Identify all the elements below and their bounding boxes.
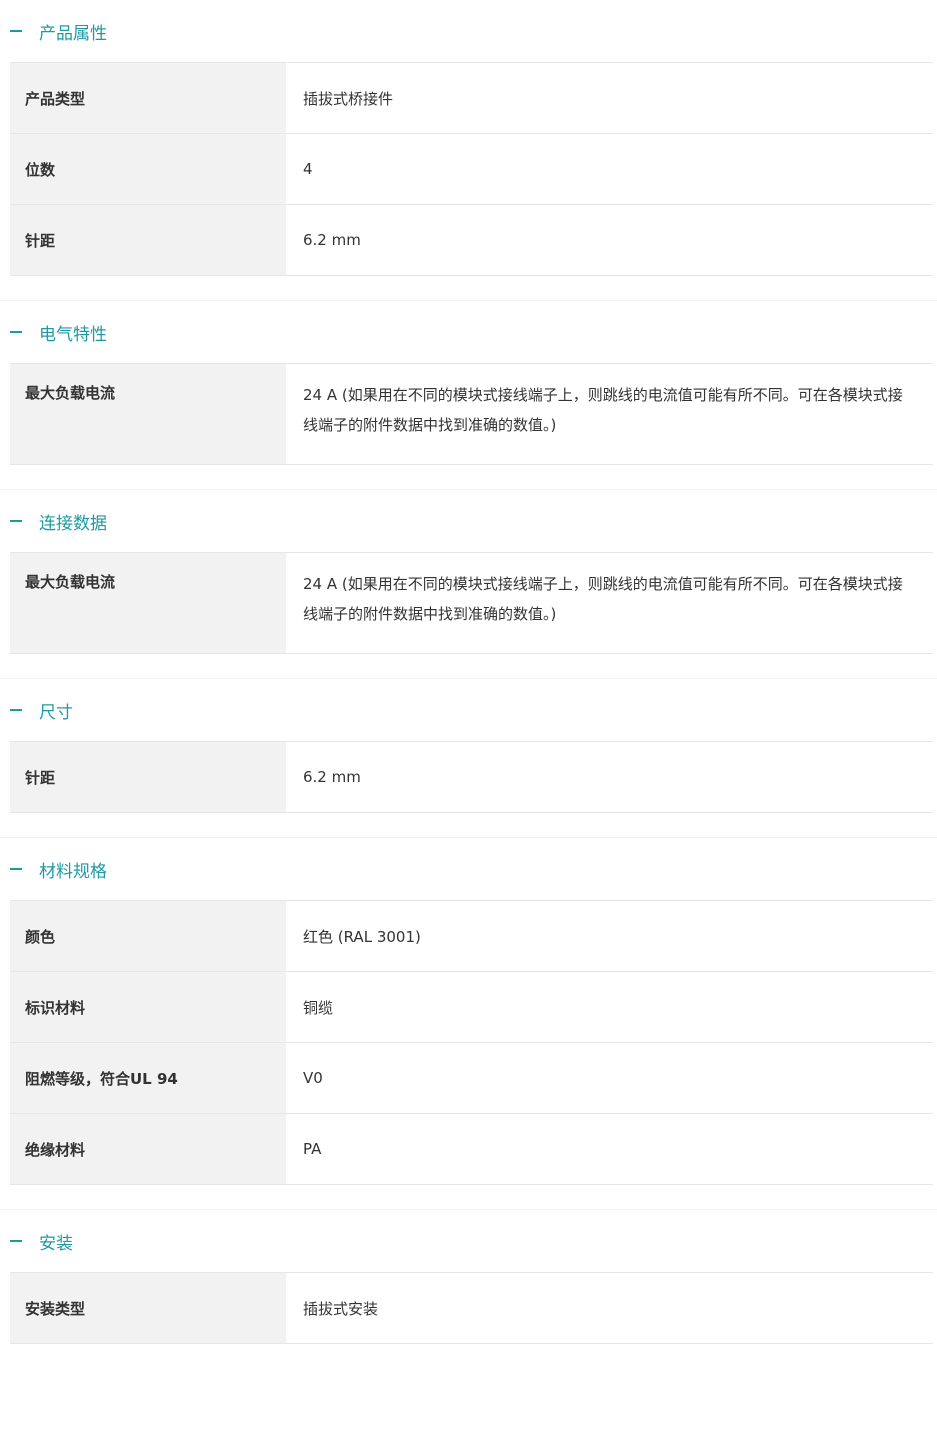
table-row: 位数 4	[10, 134, 933, 205]
minus-icon[interactable]	[10, 331, 22, 333]
row-label: 颜色	[10, 901, 286, 971]
row-label: 安装类型	[10, 1273, 286, 1343]
table-row: 标识材料 铜缆	[10, 972, 933, 1043]
row-value: 红色 (RAL 3001)	[303, 927, 421, 946]
section-divider	[0, 813, 937, 838]
row-value: 4	[303, 160, 313, 178]
row-label: 产品类型	[10, 63, 286, 133]
row-value: 铜缆	[303, 998, 334, 1017]
row-value: 6.2 mm	[303, 768, 361, 786]
row-value: PA	[303, 1140, 322, 1158]
row-label: 阻燃等级，符合UL 94	[10, 1043, 286, 1113]
table-row: 最大负载电流 24 A (如果用在不同的模块式接线端子上，则跳线的电流值可能有所…	[10, 553, 933, 654]
minus-icon[interactable]	[10, 1240, 22, 1242]
section-connection: 连接数据 最大负载电流 24 A (如果用在不同的模块式接线端子上，则跳线的电流…	[0, 490, 937, 679]
section-title: 电气特性	[39, 324, 107, 345]
spec-table: 最大负载电流 24 A (如果用在不同的模块式接线端子上，则跳线的电流值可能有所…	[10, 363, 933, 465]
row-label: 最大负载电流	[10, 553, 286, 653]
spec-table: 产品类型 插拔式桥接件 位数 4 针距 6.2 mm	[10, 62, 933, 276]
minus-icon[interactable]	[10, 709, 22, 711]
row-label: 绝缘材料	[10, 1114, 286, 1184]
section-title: 尺寸	[39, 702, 73, 723]
table-row: 绝缘材料 PA	[10, 1114, 933, 1185]
section-installation: 安装 安装类型 插拔式安装	[0, 1210, 937, 1344]
table-row: 最大负载电流 24 A (如果用在不同的模块式接线端子上，则跳线的电流值可能有所…	[10, 364, 933, 465]
spec-table: 最大负载电流 24 A (如果用在不同的模块式接线端子上，则跳线的电流值可能有所…	[10, 552, 933, 654]
section-header[interactable]: 尺寸	[0, 679, 937, 741]
table-row: 针距 6.2 mm	[10, 742, 933, 813]
section-title: 产品属性	[39, 23, 107, 44]
section-materials: 材料规格 颜色 红色 (RAL 3001) 标识材料 铜缆 阻燃等级，符合UL …	[0, 838, 937, 1210]
row-value: 6.2 mm	[303, 231, 361, 249]
row-value: 插拔式安装	[303, 1299, 379, 1318]
row-label: 针距	[10, 205, 286, 275]
row-value: 插拔式桥接件	[303, 89, 394, 108]
table-row: 针距 6.2 mm	[10, 205, 933, 276]
row-label: 标识材料	[10, 972, 286, 1042]
section-header[interactable]: 安装	[0, 1210, 937, 1272]
row-value: 24 A (如果用在不同的模块式接线端子上，则跳线的电流值可能有所不同。可在各模…	[303, 575, 903, 623]
section-title: 安装	[39, 1233, 73, 1254]
table-row: 安装类型 插拔式安装	[10, 1273, 933, 1344]
section-electrical: 电气特性 最大负载电流 24 A (如果用在不同的模块式接线端子上，则跳线的电流…	[0, 301, 937, 490]
table-row: 阻燃等级，符合UL 94 V0	[10, 1043, 933, 1114]
table-row: 颜色 红色 (RAL 3001)	[10, 901, 933, 972]
section-product-properties: 产品属性 产品类型 插拔式桥接件 位数 4 针距 6.2 mm	[0, 0, 937, 301]
spec-table: 针距 6.2 mm	[10, 741, 933, 813]
section-divider	[0, 1185, 937, 1210]
minus-icon[interactable]	[10, 30, 22, 32]
table-row: 产品类型 插拔式桥接件	[10, 63, 933, 134]
row-value: 24 A (如果用在不同的模块式接线端子上，则跳线的电流值可能有所不同。可在各模…	[303, 386, 903, 434]
section-header[interactable]: 连接数据	[0, 490, 937, 552]
row-label: 位数	[10, 134, 286, 204]
section-header[interactable]: 产品属性	[0, 0, 937, 62]
row-value: V0	[303, 1069, 323, 1087]
section-dimensions: 尺寸 针距 6.2 mm	[0, 679, 937, 838]
section-divider	[0, 654, 937, 679]
section-header[interactable]: 材料规格	[0, 838, 937, 900]
spec-page: 产品属性 产品类型 插拔式桥接件 位数 4 针距 6.2 mm 电气特性 最大负…	[0, 0, 937, 1344]
section-title: 连接数据	[39, 513, 107, 534]
spec-table: 颜色 红色 (RAL 3001) 标识材料 铜缆 阻燃等级，符合UL 94 V0…	[10, 900, 933, 1185]
minus-icon[interactable]	[10, 520, 22, 522]
spec-table: 安装类型 插拔式安装	[10, 1272, 933, 1344]
section-divider	[0, 276, 937, 301]
section-title: 材料规格	[39, 861, 107, 882]
row-label: 针距	[10, 742, 286, 812]
section-divider	[0, 465, 937, 490]
row-label: 最大负载电流	[10, 364, 286, 464]
minus-icon[interactable]	[10, 868, 22, 870]
section-header[interactable]: 电气特性	[0, 301, 937, 363]
